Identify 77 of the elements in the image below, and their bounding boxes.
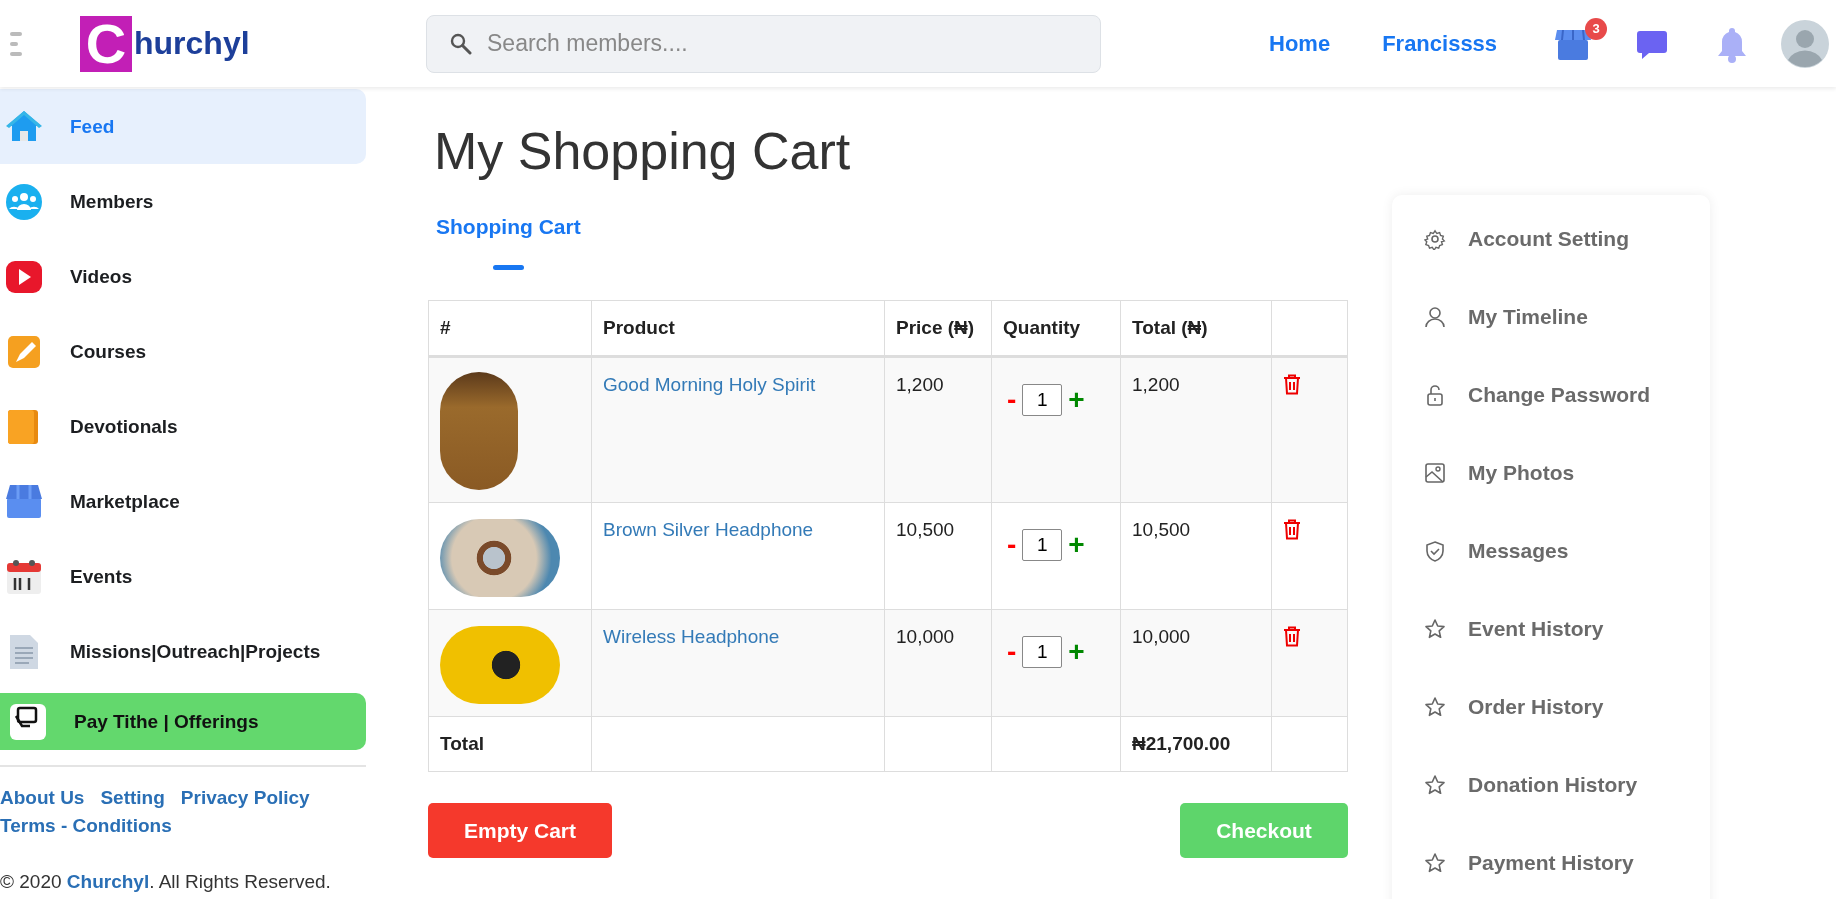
nav-link[interactable]: Home xyxy=(1269,30,1331,57)
page-title: My Shopping Cart xyxy=(434,121,852,181)
account-menu-item[interactable]: Event History xyxy=(1392,590,1710,668)
trash-icon[interactable] xyxy=(1283,519,1301,540)
brand-link[interactable]: Churchyl xyxy=(66,871,150,892)
sidebar-item[interactable]: Feed xyxy=(0,89,366,164)
decrease-button[interactable]: - xyxy=(1003,531,1021,559)
logo-mark: C xyxy=(80,15,132,72)
account-menu-item[interactable]: Payment History xyxy=(1392,824,1710,899)
account-menu-item[interactable]: My Timeline xyxy=(1392,278,1710,356)
sidebar-item[interactable]: Courses xyxy=(0,314,366,389)
star-icon xyxy=(1424,696,1446,718)
sidebar-item-label: Marketplace xyxy=(70,490,180,513)
total-text: 10,500 xyxy=(1132,519,1191,540)
total-text: 1,200 xyxy=(1132,374,1180,395)
sidebar-item-label: Missions|Outreach|Projects xyxy=(70,640,321,663)
decrease-button[interactable]: - xyxy=(1003,638,1021,666)
footer-link[interactable]: Terms - Conditions xyxy=(0,815,172,837)
sidebar-item[interactable]: Videos xyxy=(0,239,366,314)
empty-cart-button[interactable]: Empty Cart xyxy=(428,803,612,858)
sidebar-item[interactable]: Missions|Outreach|Projects xyxy=(0,614,366,689)
footer-link[interactable]: About Us xyxy=(0,787,85,809)
sidebar-item-label: Devotionals xyxy=(70,415,178,438)
sidebar-item-label: Courses xyxy=(70,340,147,363)
decrease-button[interactable]: - xyxy=(1003,386,1021,414)
search-icon xyxy=(450,32,472,55)
footer-link[interactable]: Setting xyxy=(100,787,165,809)
avatar-icon[interactable] xyxy=(1781,19,1830,68)
sidebar-item[interactable]: Pay Tithe | Offerings xyxy=(0,693,366,750)
copyright-text: © 2020 Churchyl. All Rights Reserved. xyxy=(0,871,332,893)
product-link[interactable]: Brown Silver Headphone xyxy=(603,519,814,540)
price-text: 10,500 xyxy=(896,519,955,540)
account-menu-item[interactable]: Account Setting xyxy=(1392,200,1710,278)
sidebar-item[interactable]: Members xyxy=(0,164,366,239)
sidebar-item[interactable]: Marketplace xyxy=(0,464,366,539)
notification-badge: 3 xyxy=(1585,17,1608,40)
grand-total-text: ₦21,700.00 xyxy=(1132,733,1231,754)
logo-text: hurchyl xyxy=(134,25,250,62)
product-link[interactable]: Wireless Headphone xyxy=(603,626,780,647)
tab[interactable]: Shopping Cart xyxy=(436,207,581,270)
person-icon xyxy=(1424,306,1446,328)
increase-button[interactable]: + xyxy=(1064,386,1089,414)
nav-link[interactable]: Francissss xyxy=(1382,30,1498,57)
shield-icon xyxy=(1424,540,1446,562)
footer-link[interactable]: Privacy Policy xyxy=(180,787,310,809)
account-menu-item[interactable]: Donation History xyxy=(1392,746,1710,824)
search-field[interactable]: Search members.... xyxy=(426,14,1101,73)
trash-icon[interactable] xyxy=(1283,626,1301,647)
quantity-field[interactable]: 1 xyxy=(1022,384,1063,416)
sidebar-item-label: Events xyxy=(70,565,133,588)
increase-button[interactable]: + xyxy=(1064,638,1089,666)
image-icon xyxy=(1424,462,1446,484)
total-text: 10,000 xyxy=(1132,626,1191,647)
gear-icon xyxy=(1424,228,1446,250)
trash-icon[interactable] xyxy=(1283,374,1301,395)
sidebar-item-label: Pay Tithe | Offerings xyxy=(74,710,259,733)
account-menu-item[interactable]: My Photos xyxy=(1392,434,1710,512)
sidebar-item-label: Feed xyxy=(70,115,115,138)
sidebar-item[interactable]: Events xyxy=(0,539,366,614)
quantity-field[interactable]: 1 xyxy=(1022,529,1063,561)
price-text: 1,200 xyxy=(896,374,944,395)
star-icon xyxy=(1424,852,1446,874)
increase-button[interactable]: + xyxy=(1064,531,1089,559)
quantity-field[interactable]: 1 xyxy=(1022,636,1063,668)
total-label: Total xyxy=(440,733,484,754)
sidebar-item-label: Members xyxy=(70,190,154,213)
sidebar-item-label: Videos xyxy=(70,265,132,288)
padlock-icon xyxy=(1424,384,1446,406)
sidebar-item[interactable]: Devotionals xyxy=(0,389,366,464)
account-menu-item[interactable]: Order History xyxy=(1392,668,1710,746)
product-link[interactable]: Good Morning Holy Spirit xyxy=(603,374,816,395)
account-menu-item[interactable]: Change Password xyxy=(1392,356,1710,434)
star-icon xyxy=(1424,774,1446,796)
star-icon xyxy=(1424,618,1446,640)
people-icon xyxy=(4,181,44,222)
price-text: 10,000 xyxy=(896,626,955,647)
account-menu-item[interactable]: Messages xyxy=(1392,512,1710,590)
